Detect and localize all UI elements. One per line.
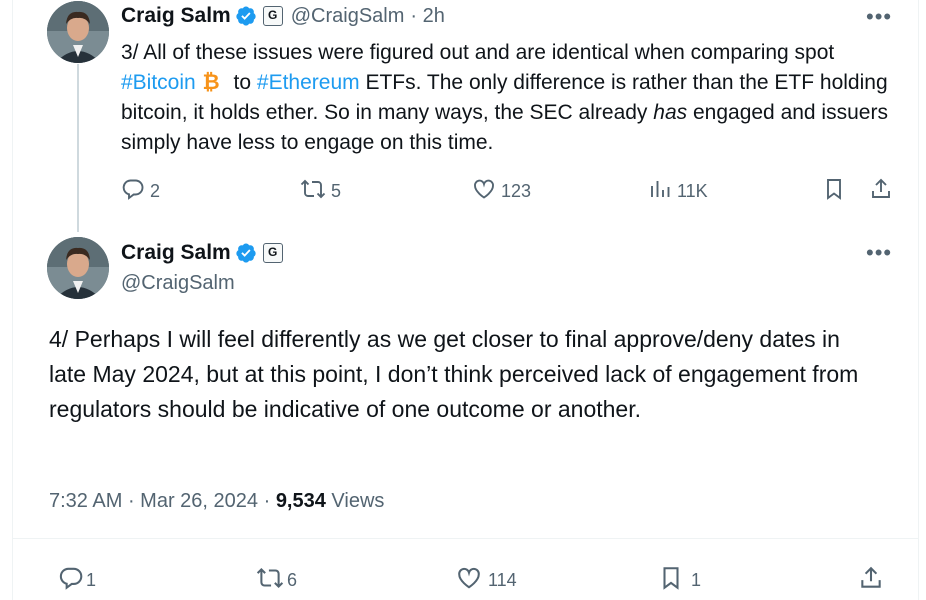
timeline-border-left [12,0,13,600]
affiliate-badge-icon[interactable]: G [262,6,283,26]
tweet-time[interactable]: 7:32 AM [49,490,122,512]
reply-button[interactable]: 2 [121,177,160,206]
bitcoin-icon: ₿ [200,70,222,94]
author-name[interactable]: Craig Salm [121,4,231,28]
svg-text:₿: ₿ [202,70,219,92]
like-count: 123 [501,181,532,201]
repost-icon [256,565,284,596]
repost-button[interactable]: 6 [256,565,297,596]
views-button[interactable]: 11K [648,177,708,206]
verified-badge-icon[interactable] [235,242,257,264]
avatar-photo [47,1,109,63]
more-icon[interactable]: ••• [866,6,892,28]
reply-icon [58,565,84,596]
tweet-actions: 2 5 123 11K [0,175,926,205]
repost-count: 6 [287,570,298,590]
author-handle[interactable]: @CraigSalm [121,272,235,295]
like-button[interactable]: 123 [472,177,531,206]
bookmark-button[interactable]: 1 [658,565,701,596]
thread-connector-line [77,64,79,232]
avatar[interactable] [47,237,109,299]
tweet-header: Craig Salm G [121,241,283,265]
share-icon [869,177,893,206]
meta-divider [12,538,918,539]
affiliate-badge-icon[interactable]: G [262,243,283,263]
tweet-text-emphasis: has [653,101,688,124]
author-name[interactable]: Craig Salm [121,241,231,265]
reply-button[interactable]: 1 [58,565,96,596]
author-handle[interactable]: @CraigSalm [291,5,405,28]
tweet-date[interactable]: Mar 26, 2024 [140,490,258,512]
share-icon [858,565,884,596]
like-button[interactable]: 114 [456,565,517,596]
tweet-actions: 1 6 114 1 [0,565,926,595]
avatar-photo [47,237,109,299]
meta-separator: · [122,490,141,512]
reply-count: 1 [86,570,97,590]
share-button[interactable] [858,565,884,596]
share-button[interactable] [869,177,893,206]
views-label: Views [325,490,385,512]
repost-count: 5 [331,181,342,201]
bookmark-button[interactable] [822,177,846,206]
tweet-text-part: to [227,71,257,94]
views-icon [648,177,672,206]
tweet-meta: 7:32 AM · Mar 26, 2024 · 9,534 Views [49,490,384,513]
tweet-header: Craig Salm G @CraigSalm · 2h [121,4,445,28]
affiliate-badge-letter: G [268,8,278,22]
views-count: 11K [677,181,708,201]
like-icon [456,565,482,596]
views-total: 9,534 [275,490,326,512]
repost-button[interactable]: 5 [300,177,341,206]
avatar[interactable] [47,1,109,63]
verified-badge-icon[interactable] [235,5,257,27]
bookmark-icon [822,177,846,206]
more-icon[interactable]: ••• [866,242,892,264]
meta-separator: · [258,490,276,512]
tweet-text-part: 3/ All of these issues were figured out … [121,41,835,64]
like-count: 114 [488,570,517,590]
timeline-border-right [918,0,919,600]
tweet-handle-row: @CraigSalm [121,272,235,295]
reply-icon [121,177,145,206]
hashtag-bitcoin[interactable]: #Bitcoin [121,71,196,94]
bookmark-count: 1 [691,570,702,590]
repost-icon [300,177,326,206]
hashtag-ethereum[interactable]: #Ethereum [257,71,360,94]
like-icon [472,177,496,206]
tweet-text: 3/ All of these issues were figured out … [121,38,901,158]
affiliate-badge-letter: G [268,245,278,259]
bookmark-icon [658,565,684,596]
reply-count: 2 [150,181,161,201]
tweet-timestamp[interactable]: · 2h [410,5,444,28]
tweet-text: 4/ Perhaps I will feel differently as we… [49,326,859,422]
